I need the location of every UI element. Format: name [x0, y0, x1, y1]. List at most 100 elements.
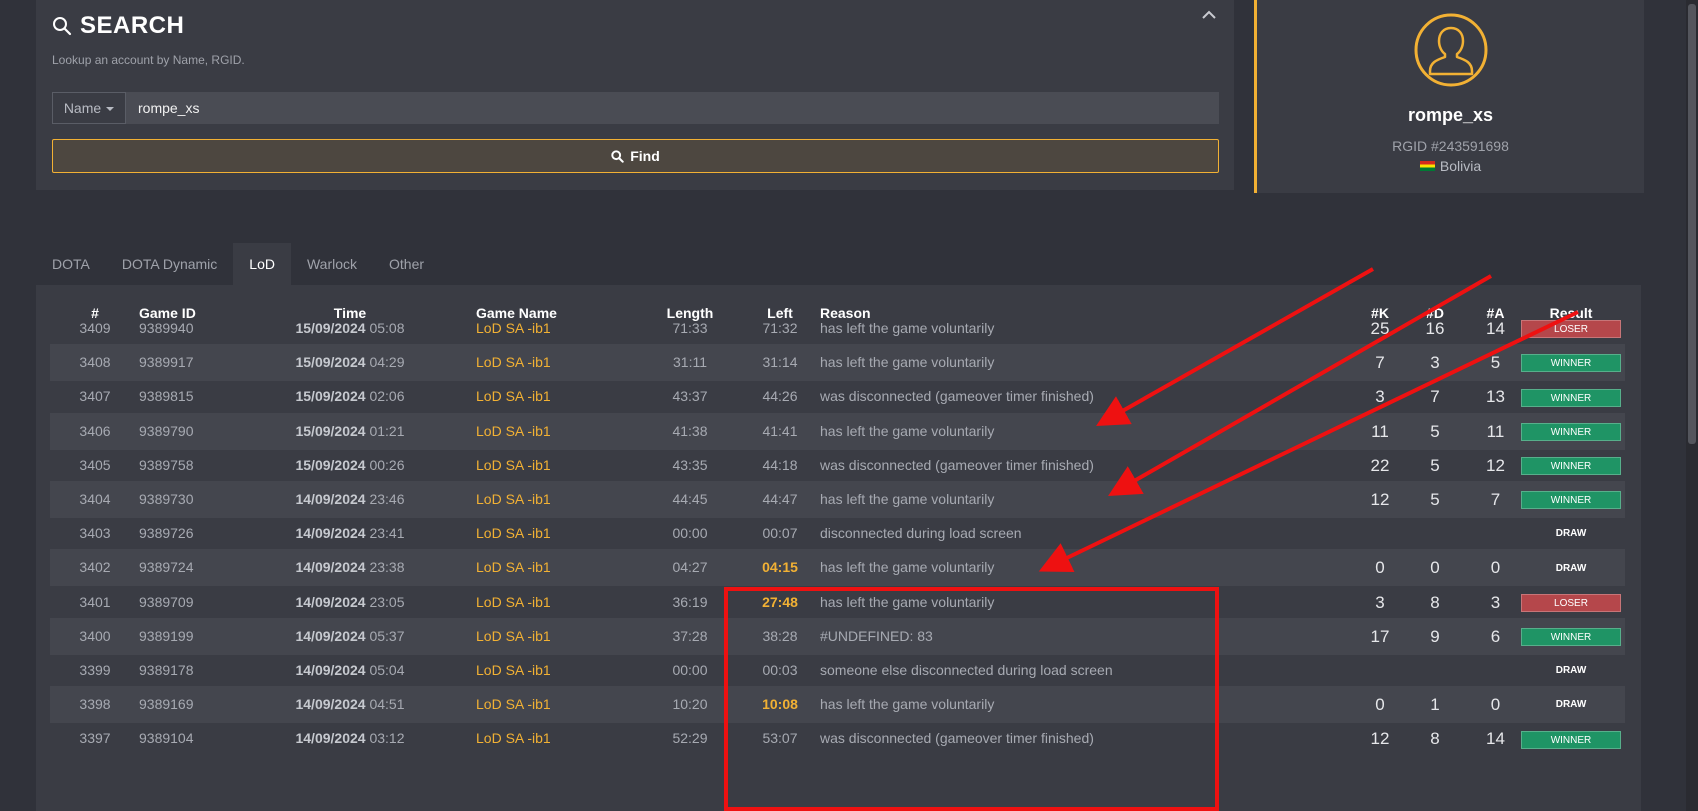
search-type-select[interactable]: Name	[52, 92, 126, 124]
row-number: 3401	[79, 593, 111, 610]
match-time: 14/09/2024 04:51	[250, 686, 450, 723]
result-badge: LOSER	[1521, 593, 1621, 612]
game-id[interactable]: 9389730	[139, 481, 259, 518]
table-row[interactable]: 3408 9389917 15/09/2024 04:29 LoD SA -ib1 31…	[50, 344, 1625, 382]
match-date: 14/09/2024	[295, 662, 366, 678]
table-row[interactable]: 3399 9389178 14/09/2024 05:04 LoD SA -ib1 00…	[50, 652, 1625, 689]
result-badge: DRAW	[1555, 699, 1587, 711]
match-date: 15/09/2024	[295, 354, 366, 371]
game-name-link[interactable]: LoD SA -ib1	[476, 515, 636, 552]
result-cell: WINNER	[1517, 618, 1625, 655]
profile-name: rompe_xs	[1407, 105, 1494, 125]
row-number: 3402	[79, 559, 111, 576]
game-id[interactable]: 9389790	[139, 413, 259, 450]
table-row[interactable]: 3397 9389104 14/09/2024 03:12 LoD SA -ib1 52…	[50, 720, 1625, 757]
match-date: 14/09/2024	[295, 525, 366, 542]
game-name-link[interactable]: LoD SA -ib1	[476, 310, 636, 347]
match-clock: 00:26	[369, 456, 405, 473]
game-id[interactable]: 9389917	[139, 344, 259, 381]
game-name-link[interactable]: LoD SA -ib1	[476, 413, 636, 450]
game-id[interactable]: 9389815	[139, 378, 259, 415]
row-number: 3406	[79, 422, 111, 439]
match-time: 14/09/2024 23:38	[250, 549, 450, 586]
left-time: 41:41	[762, 422, 798, 439]
game-id[interactable]: 9389178	[139, 652, 259, 689]
tab-dota-dynamic[interactable]: DOTA Dynamic	[106, 243, 233, 285]
left-time: 10:08	[762, 696, 798, 713]
assists: 11	[1486, 421, 1505, 441]
table-row[interactable]: 3403 9389726 14/09/2024 23:41 LoD SA -ib1 00…	[50, 515, 1625, 552]
row-number: 3398	[79, 696, 111, 713]
result-badge: WINNER	[1521, 730, 1621, 749]
page-scrollbar[interactable]	[1686, 0, 1698, 811]
search-input-row: Name	[52, 92, 1219, 124]
table-row[interactable]: 3400 9389199 14/09/2024 05:37 LoD SA -ib1 37…	[50, 617, 1625, 655]
find-button[interactable]: Find	[52, 139, 1219, 173]
tab-lod[interactable]: LoD	[233, 243, 291, 285]
tab-other[interactable]: Other	[373, 243, 440, 285]
match-time: 14/09/2024 03:12	[250, 720, 450, 757]
game-length: 41:38	[672, 422, 708, 439]
left-time: 71:32	[762, 320, 798, 336]
game-name-link[interactable]: LoD SA -ib1	[476, 447, 636, 484]
game-id[interactable]: 9389709	[139, 584, 259, 621]
game-name-link[interactable]: LoD SA -ib1	[476, 584, 636, 621]
leave-reason: has left the game voluntarily	[820, 422, 995, 439]
game-id[interactable]: 9389104	[139, 720, 259, 757]
game-name-link[interactable]: LoD SA -ib1	[476, 549, 636, 586]
row-number: 3399	[79, 662, 111, 678]
game-id[interactable]: 9389724	[139, 549, 259, 586]
table-row[interactable]: 3409 9389940 15/09/2024 05:08 LoD SA -ib1 71…	[50, 310, 1625, 347]
game-mode-tabs: DOTA DOTA Dynamic LoD Warlock Other	[36, 243, 440, 285]
table-row[interactable]: 3401 9389709 14/09/2024 23:05 LoD SA -ib1 36…	[50, 584, 1625, 621]
leave-reason: has left the game voluntarily	[820, 696, 995, 713]
game-name-link[interactable]: LoD SA -ib1	[476, 652, 636, 689]
assists: 6	[1490, 626, 1501, 646]
game-id[interactable]: 9389169	[139, 686, 259, 723]
game-name-link[interactable]: LoD SA -ib1	[476, 378, 636, 415]
assists	[1468, 652, 1523, 689]
scrollbar-thumb[interactable]	[1688, 4, 1696, 444]
left-time: 53:07	[762, 730, 798, 747]
match-clock: 02:06	[369, 388, 405, 405]
table-row[interactable]: 3407 9389815 15/09/2024 02:06 LoD SA -ib1 43…	[50, 378, 1625, 415]
game-name-link[interactable]: LoD SA -ib1	[476, 481, 636, 518]
game-length: 00:00	[672, 662, 708, 678]
chevron-up-icon[interactable]	[1200, 8, 1218, 22]
profile-rgid: RGID #243591698	[1392, 138, 1509, 154]
game-id[interactable]: 9389199	[139, 618, 259, 655]
tab-dota[interactable]: DOTA	[36, 243, 106, 285]
tab-warlock[interactable]: Warlock	[291, 243, 373, 285]
game-name-link[interactable]: LoD SA -ib1	[476, 344, 636, 381]
profile-panel: rompe_xs RGID #243591698 Bolivia	[1254, 0, 1644, 193]
result-cell: DRAW	[1517, 515, 1625, 552]
leave-reason: has left the game voluntarily	[820, 354, 995, 371]
table-row[interactable]: 3406 9389790 15/09/2024 01:21 LoD SA -ib1 41…	[50, 412, 1625, 450]
result-cell: WINNER	[1517, 481, 1625, 518]
table-row[interactable]: 3398 9389169 14/09/2024 04:51 LoD SA -ib1 10…	[50, 686, 1625, 724]
table-row[interactable]: 3402 9389724 14/09/2024 23:38 LoD SA -ib1 04…	[50, 549, 1625, 587]
game-name-link[interactable]: LoD SA -ib1	[476, 686, 636, 723]
game-id[interactable]: 9389726	[139, 515, 259, 552]
row-number: 3409	[79, 320, 111, 336]
row-number: 3400	[79, 627, 111, 644]
game-name-link[interactable]: LoD SA -ib1	[476, 720, 636, 757]
game-id[interactable]: 9389758	[139, 447, 259, 484]
match-clock: 05:04	[369, 662, 405, 678]
assists	[1468, 515, 1523, 552]
assists: 0	[1490, 558, 1501, 578]
match-clock: 23:46	[369, 491, 405, 507]
assists: 13	[1486, 387, 1505, 407]
search-input[interactable]	[126, 92, 1219, 124]
table-row[interactable]: 3404 9389730 14/09/2024 23:46 LoD SA -ib1 44…	[50, 481, 1625, 518]
game-length: 31:11	[673, 354, 707, 371]
result-cell: WINNER	[1517, 344, 1625, 381]
game-length: 36:19	[672, 593, 708, 610]
deaths: 5	[1430, 490, 1440, 509]
assists: 3	[1490, 592, 1501, 612]
game-name-link[interactable]: LoD SA -ib1	[476, 618, 636, 655]
deaths	[1410, 652, 1460, 689]
game-id[interactable]: 9389940	[139, 310, 259, 347]
row-number: 3404	[79, 491, 111, 507]
table-row[interactable]: 3405 9389758 15/09/2024 00:26 LoD SA -ib1 43…	[50, 447, 1625, 484]
